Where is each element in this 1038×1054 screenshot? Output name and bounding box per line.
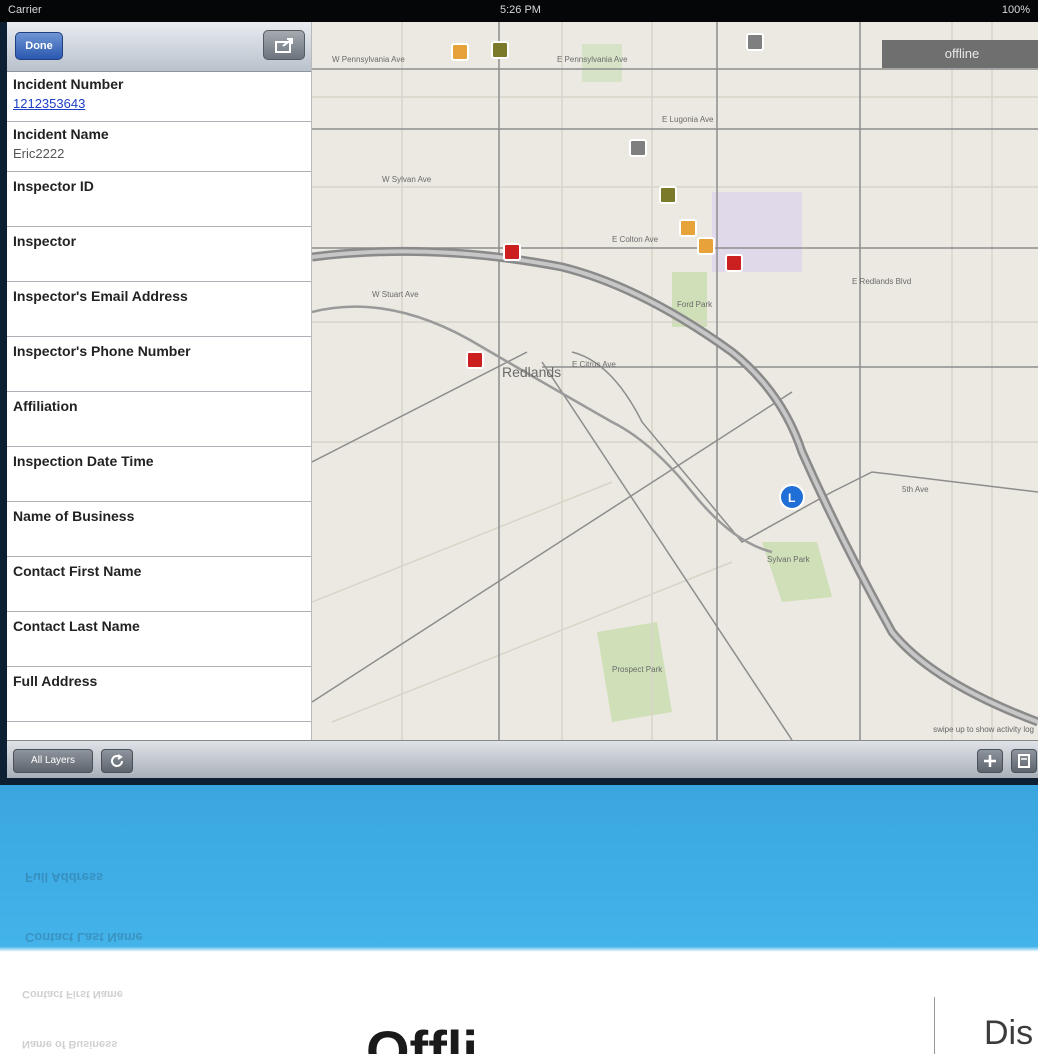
field-contact-last-name[interactable]: Contact Last Name: [7, 612, 311, 667]
field-label: Inspector's Phone Number: [13, 343, 191, 359]
map-view[interactable]: W Pennsylvania Ave E Pennsylvania Ave E …: [312, 22, 1038, 740]
incident-marker-icon[interactable]: [725, 254, 743, 272]
incident-marker-icon[interactable]: [491, 41, 509, 59]
add-button[interactable]: [977, 749, 1003, 773]
layers-button[interactable]: All Layers: [13, 749, 93, 773]
field-label: Incident Number: [13, 76, 124, 92]
field-full-address[interactable]: Full Address: [7, 667, 311, 722]
share-icon: [275, 38, 293, 53]
form-fields: Incident Number 1212353643 Incident Name…: [7, 72, 311, 722]
share-button[interactable]: [263, 30, 305, 60]
inspection-form-panel: Done Incident Number 1212353643 Incident…: [7, 22, 312, 740]
reflected-text: Full Address: [25, 870, 104, 885]
refresh-button[interactable]: [101, 749, 133, 773]
park-label: Ford Park: [677, 300, 713, 309]
field-label: Inspection Date Time: [13, 453, 154, 469]
incident-marker-icon[interactable]: [659, 186, 677, 204]
swipe-hint: swipe up to show activity log: [933, 725, 1034, 734]
reflection-fade: Contact First Name Name of Business: [0, 953, 1038, 1054]
field-incident-number[interactable]: Incident Number 1212353643: [7, 72, 311, 122]
done-button[interactable]: Done: [15, 32, 63, 60]
reflection-area: Full Address Contact Last Name Contact F…: [0, 785, 1038, 1054]
slide-subtitle: Dis: [984, 1014, 1034, 1052]
field-inspection-date-time[interactable]: Inspection Date Time: [7, 447, 311, 502]
app-screen: Done Incident Number 1212353643 Incident…: [7, 22, 1038, 778]
offline-badge: offline: [882, 40, 1038, 68]
field-label: Contact Last Name: [13, 618, 140, 634]
street-label: W Stuart Ave: [372, 290, 419, 299]
field-label: Inspector's Email Address: [13, 288, 188, 304]
ghost-text: Name of Business: [22, 1038, 118, 1050]
battery-indicator: 100%: [1001, 4, 1030, 16]
incident-marker-icon[interactable]: [679, 219, 697, 237]
map-canvas[interactable]: W Pennsylvania Ave E Pennsylvania Ave E …: [312, 22, 1038, 740]
reflected-text: Contact Last Name: [25, 930, 143, 945]
field-inspector-phone[interactable]: Inspector's Phone Number: [7, 337, 311, 392]
park-area: [762, 542, 832, 602]
bottom-toolbar: All Layers: [7, 740, 1038, 778]
clock: 5:26 PM: [500, 4, 541, 16]
field-inspector-email[interactable]: Inspector's Email Address: [7, 282, 311, 337]
title-divider: [934, 997, 935, 1054]
field-name-of-business[interactable]: Name of Business: [7, 502, 311, 557]
refresh-icon: [111, 754, 123, 767]
field-label: Contact First Name: [13, 563, 142, 579]
field-label: Incident Name: [13, 126, 109, 142]
save-icon: [1018, 754, 1030, 768]
incident-marker-icon[interactable]: [466, 351, 484, 369]
field-inspector-id[interactable]: Inspector ID: [7, 172, 311, 227]
street-label: E Lugonia Ave: [662, 115, 714, 124]
field-incident-name[interactable]: Incident Name Eric2222: [7, 122, 311, 172]
field-label: Inspector: [13, 233, 77, 249]
field-label: Name of Business: [13, 508, 135, 524]
field-value: Eric2222: [13, 146, 65, 161]
ipad-screenshot: Carrier 5:26 PM 100% Done Incident Numbe…: [0, 0, 1038, 785]
my-location-marker[interactable]: L: [779, 484, 805, 510]
incident-marker-icon[interactable]: [697, 237, 715, 255]
form-nav-bar: Done: [7, 22, 311, 72]
incident-marker-icon[interactable]: [629, 139, 647, 157]
field-label: Full Address: [13, 673, 98, 689]
park-label: Prospect Park: [612, 665, 663, 674]
street-label: E Redlands Blvd: [852, 277, 911, 286]
ghost-text: Contact First Name: [22, 988, 123, 1000]
city-label: Redlands: [502, 364, 561, 380]
slide-title: Offli: [366, 1019, 478, 1054]
incident-number-link[interactable]: 1212353643: [13, 96, 311, 111]
status-bar: Carrier 5:26 PM 100%: [0, 0, 1038, 22]
street-label: W Sylvan Ave: [382, 175, 432, 184]
street-label: E Pennsylvania Ave: [557, 55, 628, 64]
incident-marker-icon[interactable]: [746, 33, 764, 51]
carrier-label: Carrier: [8, 4, 42, 16]
incident-marker-icon[interactable]: [451, 43, 469, 61]
field-affiliation[interactable]: Affiliation: [7, 392, 311, 447]
incident-marker-icon[interactable]: [503, 243, 521, 261]
rail-line: [312, 305, 773, 554]
street-label: W Pennsylvania Ave: [332, 55, 405, 64]
field-inspector[interactable]: Inspector: [7, 227, 311, 282]
park-label: Sylvan Park: [767, 555, 811, 564]
plus-icon: [984, 755, 996, 767]
save-button[interactable]: [1011, 749, 1037, 773]
field-label: Affiliation: [13, 398, 78, 414]
street-label: E Citrus Ave: [572, 360, 616, 369]
major-streets: [312, 22, 1038, 740]
screen-reflection: Full Address Contact Last Name: [7, 785, 1038, 960]
location-marker-glyph: L: [788, 491, 795, 505]
street-label: E Colton Ave: [612, 235, 659, 244]
field-contact-first-name[interactable]: Contact First Name: [7, 557, 311, 612]
field-label: Inspector ID: [13, 178, 94, 194]
street-label: 5th Ave: [902, 485, 929, 494]
